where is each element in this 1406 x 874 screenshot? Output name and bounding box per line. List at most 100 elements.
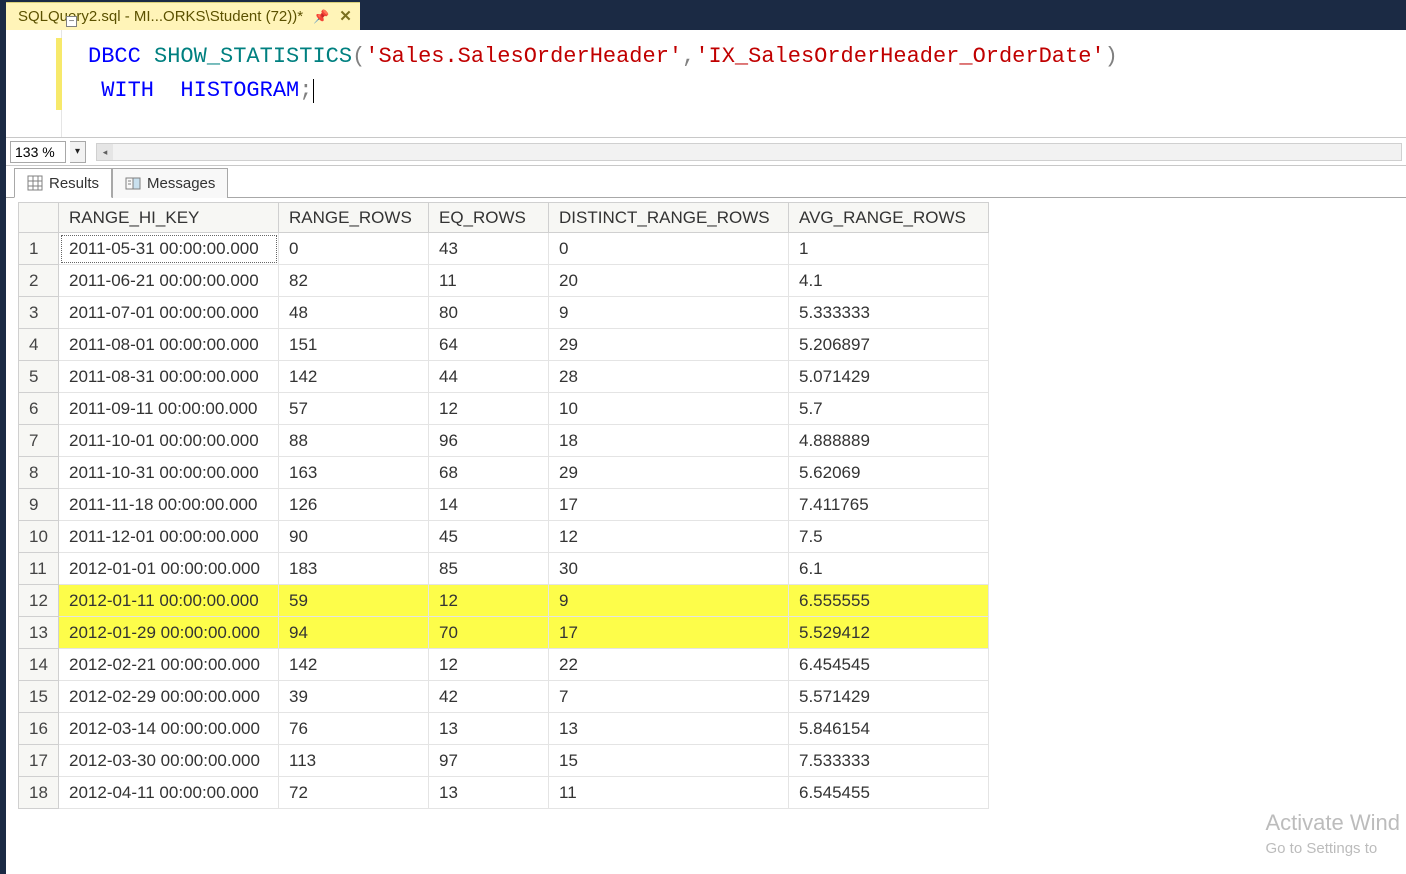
- cell[interactable]: 2012-04-11 00:00:00.000: [59, 777, 279, 809]
- cell[interactable]: 7.411765: [789, 489, 989, 521]
- col-distinct-range-rows[interactable]: DISTINCT_RANGE_ROWS: [549, 203, 789, 233]
- cell[interactable]: 12: [429, 393, 549, 425]
- cell[interactable]: 6.454545: [789, 649, 989, 681]
- cell[interactable]: 142: [279, 649, 429, 681]
- cell[interactable]: 151: [279, 329, 429, 361]
- table-row[interactable]: 92011-11-18 00:00:00.00012614177.411765: [19, 489, 989, 521]
- file-tab-active[interactable]: SQLQuery2.sql - MI...ORKS\Student (72))*…: [6, 2, 360, 30]
- row-number[interactable]: 1: [19, 233, 59, 265]
- cell[interactable]: 70: [429, 617, 549, 649]
- table-row[interactable]: 42011-08-01 00:00:00.00015164295.206897: [19, 329, 989, 361]
- cell[interactable]: 22: [549, 649, 789, 681]
- cell[interactable]: 4.1: [789, 265, 989, 297]
- cell[interactable]: 0: [279, 233, 429, 265]
- cell[interactable]: 2012-01-11 00:00:00.000: [59, 585, 279, 617]
- row-number[interactable]: 17: [19, 745, 59, 777]
- cell[interactable]: 29: [549, 329, 789, 361]
- cell[interactable]: 2011-11-18 00:00:00.000: [59, 489, 279, 521]
- cell[interactable]: 45: [429, 521, 549, 553]
- table-row[interactable]: 112012-01-01 00:00:00.00018385306.1: [19, 553, 989, 585]
- cell[interactable]: 7.5: [789, 521, 989, 553]
- cell[interactable]: 0: [549, 233, 789, 265]
- cell[interactable]: 82: [279, 265, 429, 297]
- cell[interactable]: 2011-08-31 00:00:00.000: [59, 361, 279, 393]
- cell[interactable]: 13: [429, 777, 549, 809]
- table-row[interactable]: 122012-01-11 00:00:00.000591296.555555: [19, 585, 989, 617]
- table-row[interactable]: 132012-01-29 00:00:00.0009470175.529412: [19, 617, 989, 649]
- cell[interactable]: 10: [549, 393, 789, 425]
- row-number[interactable]: 15: [19, 681, 59, 713]
- cell[interactable]: 76: [279, 713, 429, 745]
- cell[interactable]: 6.545455: [789, 777, 989, 809]
- zoom-dropdown-icon[interactable]: ▾: [70, 141, 86, 163]
- cell[interactable]: 5.071429: [789, 361, 989, 393]
- cell[interactable]: 126: [279, 489, 429, 521]
- cell[interactable]: 5.571429: [789, 681, 989, 713]
- editor-content[interactable]: DBCC SHOW_STATISTICS('Sales.SalesOrderHe…: [62, 30, 1406, 137]
- horizontal-scrollbar[interactable]: ◂: [96, 143, 1402, 161]
- cell[interactable]: 2012-02-21 00:00:00.000: [59, 649, 279, 681]
- table-row[interactable]: 22011-06-21 00:00:00.0008211204.1: [19, 265, 989, 297]
- scroll-left-icon[interactable]: ◂: [97, 144, 113, 160]
- table-row[interactable]: 32011-07-01 00:00:00.000488095.333333: [19, 297, 989, 329]
- cell[interactable]: 15: [549, 745, 789, 777]
- cell[interactable]: 5.7: [789, 393, 989, 425]
- cell[interactable]: 68: [429, 457, 549, 489]
- cell[interactable]: 11: [429, 265, 549, 297]
- cell[interactable]: 97: [429, 745, 549, 777]
- row-number[interactable]: 2: [19, 265, 59, 297]
- cell[interactable]: 42: [429, 681, 549, 713]
- table-row[interactable]: 52011-08-31 00:00:00.00014244285.071429: [19, 361, 989, 393]
- cell[interactable]: 94: [279, 617, 429, 649]
- col-eq-rows[interactable]: EQ_ROWS: [429, 203, 549, 233]
- cell[interactable]: 85: [429, 553, 549, 585]
- close-icon[interactable]: ✕: [339, 3, 352, 31]
- table-row[interactable]: 102011-12-01 00:00:00.0009045127.5: [19, 521, 989, 553]
- cell[interactable]: 7: [549, 681, 789, 713]
- cell[interactable]: 2012-01-01 00:00:00.000: [59, 553, 279, 585]
- cell[interactable]: 29: [549, 457, 789, 489]
- cell[interactable]: 5.529412: [789, 617, 989, 649]
- cell[interactable]: 80: [429, 297, 549, 329]
- cell[interactable]: 6.555555: [789, 585, 989, 617]
- row-number[interactable]: 9: [19, 489, 59, 521]
- cell[interactable]: 2012-03-30 00:00:00.000: [59, 745, 279, 777]
- cell[interactable]: 6.1: [789, 553, 989, 585]
- row-number[interactable]: 6: [19, 393, 59, 425]
- row-number[interactable]: 3: [19, 297, 59, 329]
- table-row[interactable]: 72011-10-01 00:00:00.0008896184.888889: [19, 425, 989, 457]
- cell[interactable]: 43: [429, 233, 549, 265]
- table-row[interactable]: 162012-03-14 00:00:00.0007613135.846154: [19, 713, 989, 745]
- cell[interactable]: 183: [279, 553, 429, 585]
- cell[interactable]: 12: [549, 521, 789, 553]
- cell[interactable]: 2012-02-29 00:00:00.000: [59, 681, 279, 713]
- cell[interactable]: 2011-12-01 00:00:00.000: [59, 521, 279, 553]
- cell[interactable]: 90: [279, 521, 429, 553]
- cell[interactable]: 48: [279, 297, 429, 329]
- cell[interactable]: 18: [549, 425, 789, 457]
- cell[interactable]: 163: [279, 457, 429, 489]
- zoom-level-input[interactable]: [10, 141, 66, 163]
- cell[interactable]: 7.533333: [789, 745, 989, 777]
- cell[interactable]: 72: [279, 777, 429, 809]
- cell[interactable]: 12: [429, 585, 549, 617]
- cell[interactable]: 1: [789, 233, 989, 265]
- cell[interactable]: 2012-01-29 00:00:00.000: [59, 617, 279, 649]
- row-number[interactable]: 11: [19, 553, 59, 585]
- row-number[interactable]: 16: [19, 713, 59, 745]
- pin-icon[interactable]: 📌: [313, 3, 329, 31]
- cell[interactable]: 59: [279, 585, 429, 617]
- cell[interactable]: 4.888889: [789, 425, 989, 457]
- cell[interactable]: 30: [549, 553, 789, 585]
- tab-messages[interactable]: Messages: [112, 168, 228, 198]
- table-row[interactable]: 152012-02-29 00:00:00.000394275.571429: [19, 681, 989, 713]
- cell[interactable]: 113: [279, 745, 429, 777]
- cell[interactable]: 5.206897: [789, 329, 989, 361]
- row-number[interactable]: 13: [19, 617, 59, 649]
- table-row[interactable]: 142012-02-21 00:00:00.00014212226.454545: [19, 649, 989, 681]
- cell[interactable]: 17: [549, 617, 789, 649]
- cell[interactable]: 5.846154: [789, 713, 989, 745]
- row-number[interactable]: 12: [19, 585, 59, 617]
- row-number[interactable]: 14: [19, 649, 59, 681]
- cell[interactable]: 2012-03-14 00:00:00.000: [59, 713, 279, 745]
